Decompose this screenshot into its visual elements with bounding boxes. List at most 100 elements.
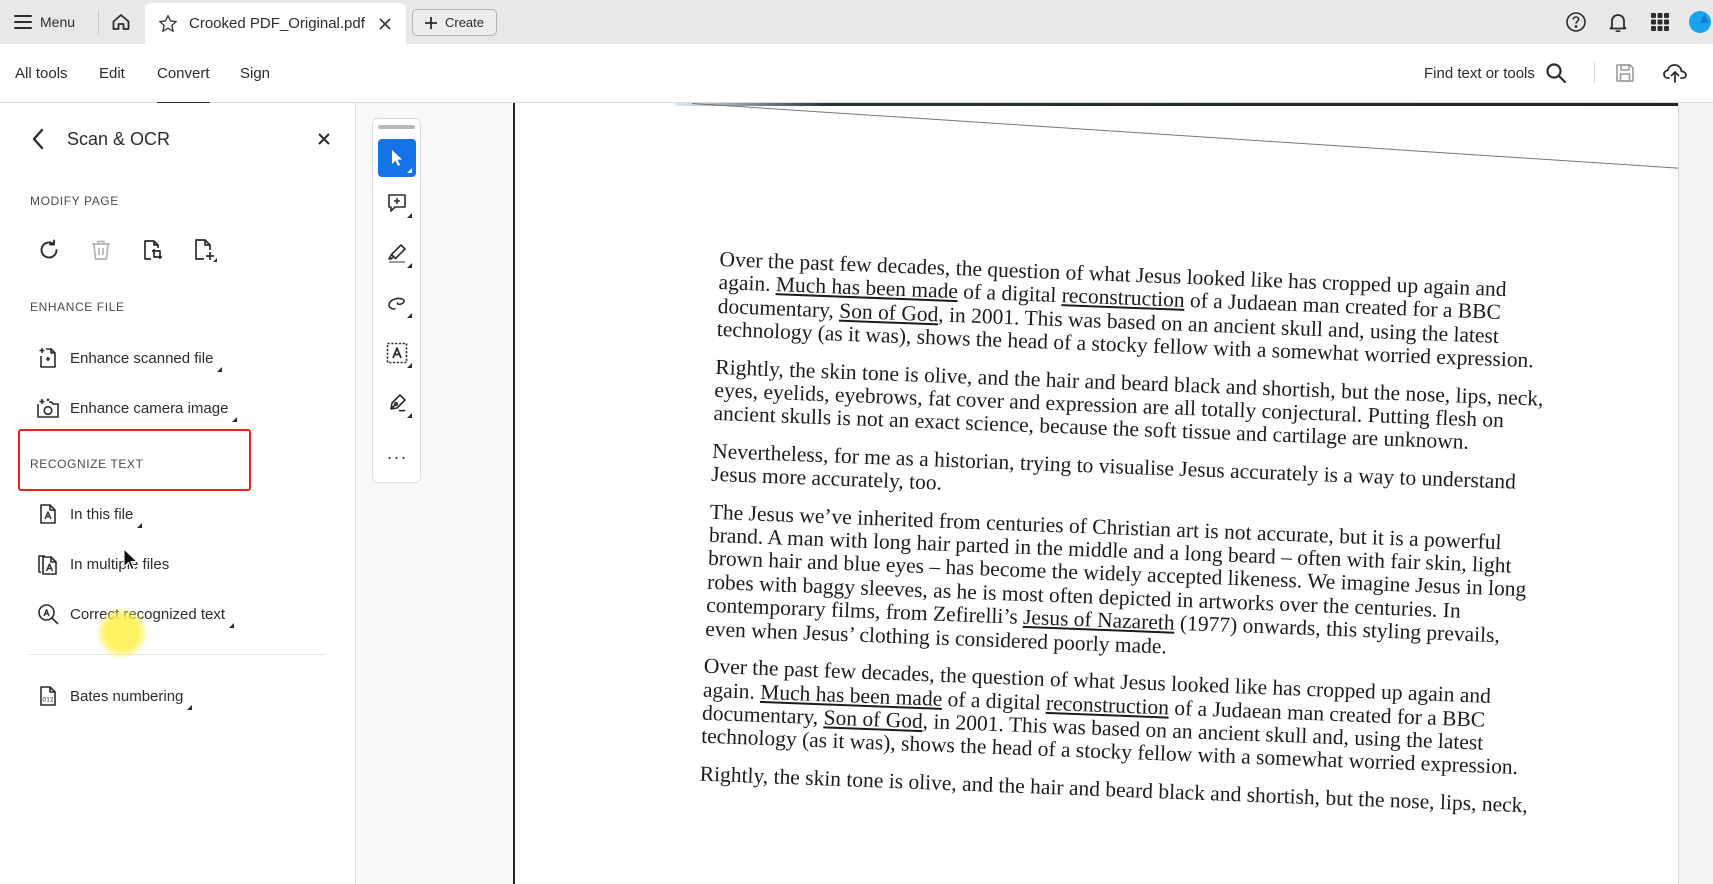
sign-tool-button[interactable] xyxy=(378,384,416,422)
close-tab-button[interactable] xyxy=(374,13,396,35)
close-icon xyxy=(379,17,391,30)
notifications-button[interactable] xyxy=(1605,9,1631,35)
home-button[interactable] xyxy=(108,9,134,35)
plus-icon xyxy=(424,16,437,29)
draw-tool-button[interactable] xyxy=(378,284,416,322)
close-panel-button[interactable] xyxy=(312,127,336,151)
back-button[interactable] xyxy=(26,127,50,151)
save-icon xyxy=(1616,64,1634,82)
divider xyxy=(98,10,99,34)
enhance-scanned-file-icon xyxy=(39,348,56,368)
text-run: again. xyxy=(718,270,777,297)
add-comment-icon xyxy=(388,194,406,212)
document-tab-title: Crooked PDF_Original.pdf xyxy=(189,15,365,32)
main-toolbar: All tools Edit Convert Sign Find text or… xyxy=(0,44,1713,104)
highlight-tool-button[interactable] xyxy=(378,234,416,272)
avatar[interactable] xyxy=(1689,11,1711,33)
submenu-indicator-icon xyxy=(217,367,223,372)
delete-icon xyxy=(92,240,110,260)
top-right-icons xyxy=(1563,0,1713,44)
home-icon xyxy=(112,14,130,30)
text-run: again. xyxy=(702,677,761,704)
find-text-or-tools[interactable]: Find text or tools xyxy=(1424,58,1567,88)
crop-page-button[interactable] xyxy=(140,237,166,263)
select-tool-button[interactable] xyxy=(378,139,416,177)
delete-button[interactable] xyxy=(88,237,114,263)
tab-convert[interactable]: Convert xyxy=(157,44,210,104)
panel-title: Scan & OCR xyxy=(67,128,171,149)
page-text: Over the past few decades, the question … xyxy=(699,247,1580,833)
submenu-indicator-icon xyxy=(229,623,235,628)
ocr-multiple-files-icon xyxy=(38,555,57,575)
menu-label: Menu xyxy=(40,14,76,30)
tab-edit[interactable]: Edit xyxy=(99,44,125,103)
crop-page-icon xyxy=(144,240,162,260)
modify-page-icons xyxy=(36,237,218,263)
search-icon xyxy=(1546,63,1566,84)
insert-page-button[interactable] xyxy=(192,237,218,263)
text-select-tool-button[interactable] xyxy=(378,334,416,372)
enhance-camera-image-icon xyxy=(37,398,59,418)
highlighter-icon xyxy=(388,244,406,263)
document-paragraph: Over the past few decades, the question … xyxy=(701,654,1564,782)
text-box-icon xyxy=(386,342,408,364)
divider xyxy=(29,654,326,655)
scan-crooked-edge xyxy=(691,103,1678,170)
create-label: Create xyxy=(444,15,485,30)
tab-bar: Menu Crooked PDF_Original.pdf Create xyxy=(0,0,1713,44)
upload-to-cloud-button[interactable] xyxy=(1661,59,1689,87)
enhance-scanned-file-label: Enhance scanned file xyxy=(70,349,214,367)
correct-recognized-text-label: Correct recognized text xyxy=(70,605,226,623)
viewer-right-gutter xyxy=(1678,103,1713,884)
section-label-enhance-file: ENHANCE FILE xyxy=(30,300,125,314)
submenu-indicator-icon xyxy=(187,705,193,710)
hamburger-icon xyxy=(14,15,32,29)
document-tab[interactable]: Crooked PDF_Original.pdf xyxy=(145,3,406,44)
tab-sign[interactable]: Sign xyxy=(240,44,270,103)
enhance-camera-image-label: Enhance camera image xyxy=(70,399,229,417)
scan-top-edge xyxy=(675,103,1678,106)
insert-page-icon xyxy=(195,239,217,262)
quick-tools-rail: ··· xyxy=(372,118,421,483)
pointer-icon xyxy=(392,150,402,166)
document-viewer[interactable]: Over the past few decades, the question … xyxy=(513,103,1678,884)
chevron-left-icon xyxy=(32,128,44,150)
rotate-button[interactable] xyxy=(36,237,62,263)
rotate-icon xyxy=(40,239,58,259)
more-tools-button[interactable]: ··· xyxy=(378,444,416,470)
submenu-indicator-icon xyxy=(232,417,238,422)
apps-grid-icon xyxy=(1651,13,1669,31)
star-outline-icon[interactable] xyxy=(157,13,179,35)
bell-icon xyxy=(1609,14,1627,33)
scan-ocr-panel: Scan & OCR MODIFY PAGE ENHANCE FILE Enha… xyxy=(0,103,356,884)
panel-header: Scan & OCR xyxy=(26,123,336,155)
ocr-file-icon xyxy=(40,504,56,524)
bates-numbering-item[interactable]: 012 Bates numbering xyxy=(36,680,193,712)
help-button[interactable] xyxy=(1563,9,1589,35)
enhance-scanned-file-item[interactable]: Enhance scanned file xyxy=(36,342,223,374)
menu-button[interactable]: Menu xyxy=(14,10,75,34)
in-this-file-item[interactable]: In this file xyxy=(36,498,143,530)
drag-handle[interactable] xyxy=(378,125,415,129)
in-multiple-files-item[interactable]: In multiple files xyxy=(36,548,169,580)
in-multiple-files-label: In multiple files xyxy=(70,555,170,573)
add-comment-tool-button[interactable] xyxy=(378,184,416,222)
apps-button[interactable] xyxy=(1647,9,1673,35)
fountain-pen-icon xyxy=(390,394,406,412)
in-this-file-label: In this file xyxy=(70,505,134,523)
divider xyxy=(1594,62,1595,84)
enhance-camera-image-item[interactable]: Enhance camera image xyxy=(36,392,238,424)
bates-numbering-label: Bates numbering xyxy=(70,687,184,705)
help-icon xyxy=(1566,12,1586,32)
save-button[interactable] xyxy=(1612,60,1638,86)
section-label-modify-page: MODIFY PAGE xyxy=(30,194,119,208)
submenu-indicator-icon xyxy=(137,523,143,528)
correct-text-icon xyxy=(38,604,59,625)
create-button[interactable]: Create xyxy=(412,9,497,36)
find-label: Find text or tools xyxy=(1424,64,1535,82)
tab-all-tools[interactable]: All tools xyxy=(15,44,68,103)
document-paragraph: The Jesus we’ve inherited from centuries… xyxy=(705,499,1570,673)
correct-recognized-text-item[interactable]: Correct recognized text xyxy=(36,598,235,630)
cloud-upload-icon xyxy=(1663,64,1687,83)
svg-text:012: 012 xyxy=(42,697,54,704)
